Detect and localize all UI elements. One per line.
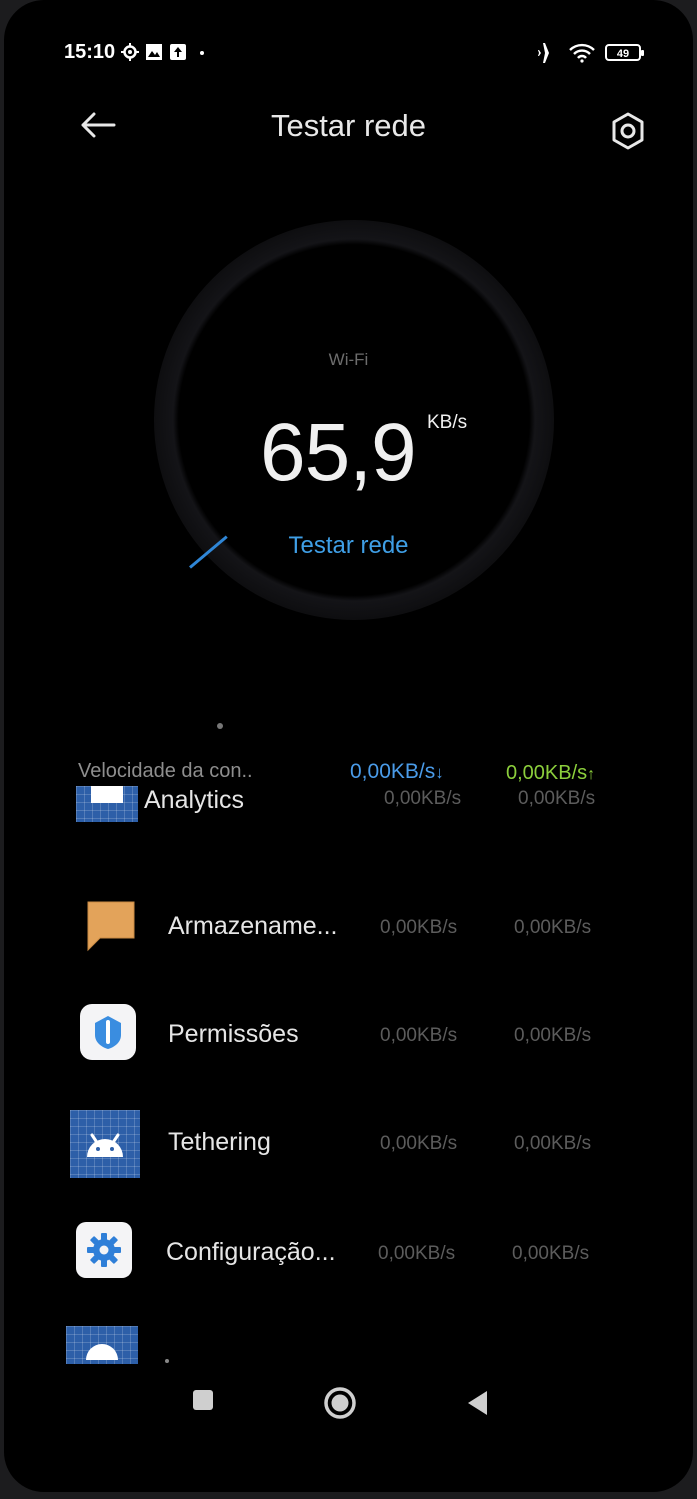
download-arrow-icon: ↓ <box>435 763 444 782</box>
speed-unit: KB/s <box>427 412 468 433</box>
total-speed-row: Velocidade da con.. 0,00KB/s↓ 0,00KB/s↑ <box>78 756 638 790</box>
recent-apps-button[interactable] <box>186 1380 220 1420</box>
app-name: Tethering <box>168 1128 271 1156</box>
status-time: 15:10 <box>64 40 116 63</box>
permissions-icon <box>80 1004 136 1060</box>
app-download-speed: 0,00KB/s <box>380 917 458 938</box>
app-upload-speed: 0,00KB/s <box>518 788 596 809</box>
total-download-value: 0,00KB/s <box>350 760 436 783</box>
test-network-label: Testar rede <box>288 532 409 559</box>
settings-gear-icon <box>121 43 140 61</box>
test-network-button[interactable]: Testar rede <box>4 532 693 560</box>
list-item[interactable]: Configuração... 0,00KB/s 0,00KB/s <box>70 1212 630 1302</box>
app-upload-speed: 0,00KB/s <box>514 917 592 938</box>
wifi-icon <box>569 43 595 63</box>
small-dot <box>165 1359 169 1363</box>
next-app-icon[interactable] <box>66 1326 138 1364</box>
app-upload-speed: 0,00KB/s <box>514 1025 592 1046</box>
network-type-label: Wi-Fi <box>328 350 369 369</box>
dot-icon <box>193 43 211 61</box>
home-button[interactable] <box>316 1378 364 1428</box>
list-item[interactable]: Analytics 0,00KB/s 0,00KB/s <box>70 786 630 830</box>
list-item[interactable]: Armazename... 0,00KB/s 0,00KB/s <box>70 886 630 976</box>
gear-icon <box>76 1222 132 1278</box>
app-download-speed: 0,00KB/s <box>378 1243 456 1264</box>
app-upload-speed: 0,00KB/s <box>514 1133 592 1154</box>
upload-arrow-icon: ↑ <box>587 766 596 783</box>
total-download-speed: 0,00KB/s↓ <box>350 760 444 784</box>
app-upload-speed: 0,00KB/s <box>512 1243 590 1264</box>
total-upload-value: 0,00KB/s <box>506 762 588 784</box>
circle-home-icon <box>324 1387 356 1419</box>
triangle-back-icon <box>468 1391 487 1415</box>
app-name: Analytics <box>144 786 245 814</box>
hexagon-settings-icon <box>612 112 644 150</box>
app-name: Armazename... <box>168 912 338 940</box>
list-item[interactable]: Tethering 0,00KB/s 0,00KB/s <box>70 1102 630 1192</box>
page-indicator-dot <box>217 723 223 729</box>
total-speed-label: Velocidade da con.. <box>78 760 253 782</box>
speed-value: 65,9 <box>260 407 417 498</box>
upload-icon <box>169 43 187 61</box>
app-name: Permissões <box>168 1020 299 1048</box>
storage-icon <box>78 892 144 958</box>
page-title: Testar rede <box>270 108 427 143</box>
photo-icon <box>145 43 163 61</box>
phone-screen: 15:10 49 Testar rede Wi-Fi 65,9 KB/s Tes… <box>4 0 693 1492</box>
square-icon <box>193 1390 213 1410</box>
airplane-icon <box>535 43 559 63</box>
analytics-icon <box>76 786 138 822</box>
battery-icon: 49 <box>605 43 644 61</box>
app-download-speed: 0,00KB/s <box>380 1025 458 1046</box>
app-download-speed: 0,00KB/s <box>380 1133 458 1154</box>
android-icon <box>70 1110 140 1178</box>
nav-back-button[interactable] <box>460 1378 494 1428</box>
status-bar: 15:10 49 <box>64 38 644 66</box>
app-download-speed: 0,00KB/s <box>384 788 462 809</box>
list-item[interactable]: Permissões 0,00KB/s 0,00KB/s <box>70 994 630 1084</box>
settings-button[interactable] <box>600 102 656 160</box>
total-upload-speed[interactable]: 0,00KB/s↑ <box>506 762 595 785</box>
app-name: Configuração... <box>166 1238 336 1266</box>
